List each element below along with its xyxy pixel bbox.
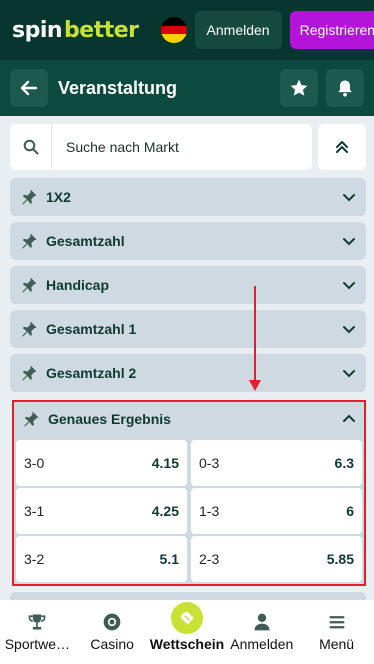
ticket-icon [180, 611, 194, 625]
search-input[interactable]: Suche nach Markt [52, 139, 179, 155]
market-search[interactable]: Suche nach Markt [10, 124, 312, 170]
odd-value: 6.3 [334, 455, 354, 471]
chevron-down-icon [343, 282, 355, 290]
market-row-gesamtzahl[interactable]: Gesamtzahl [10, 222, 366, 260]
selection-label: 3-2 [24, 551, 45, 567]
selection-label: 1-3 [199, 503, 220, 519]
nav-label: Casino [90, 636, 134, 652]
nav-casino[interactable]: Casino [76, 611, 148, 652]
market-label: 1X2 [46, 189, 71, 205]
casino-chip-icon [103, 613, 121, 631]
register-button[interactable]: Registrieren [289, 11, 374, 49]
search-icon [23, 139, 38, 155]
chevron-down-icon [343, 370, 355, 378]
pin-icon[interactable] [20, 364, 38, 382]
nav-anmelden[interactable]: Anmelden [226, 611, 298, 652]
top-bar: spin better Anmelden Registrieren [0, 0, 374, 60]
odd-button[interactable]: 3-0 4.15 [16, 440, 187, 486]
market-label: Gesamtzahl 2 [46, 365, 137, 381]
nav-label: Sportwe… [4, 636, 71, 652]
nav-label: Wettschein [149, 636, 225, 652]
collapse-all-button[interactable] [318, 124, 366, 170]
pin-icon[interactable] [20, 188, 38, 206]
user-icon [254, 613, 270, 631]
selection-label: 3-0 [24, 455, 45, 471]
odd-value: 5.85 [326, 551, 354, 567]
login-button[interactable]: Anmelden [194, 11, 282, 49]
selection-label: 2-3 [199, 551, 220, 567]
odd-button[interactable]: 3-2 5.1 [16, 536, 187, 582]
odd-button[interactable]: 1-3 6 [191, 488, 362, 534]
odd-button[interactable]: 3-1 4.25 [16, 488, 187, 534]
market-header[interactable]: Genaues Ergebnis [14, 402, 364, 436]
nav-wettschein[interactable]: Wettschein [149, 602, 225, 652]
chevron-down-icon [343, 238, 355, 246]
pin-icon[interactable] [20, 232, 38, 250]
logo-spin-text: spin [12, 17, 63, 43]
nav-sportwetten[interactable]: Sportwe… [1, 611, 73, 652]
trophy-icon [29, 614, 46, 630]
nav-menu[interactable]: Menü [301, 611, 373, 652]
pin-icon[interactable] [22, 410, 40, 428]
logo-better-text: better [64, 17, 139, 43]
market-label: Gesamtzahl [46, 233, 125, 249]
nav-label: Menü [319, 636, 355, 652]
market-row-1x2[interactable]: 1X2 [10, 178, 366, 216]
annotation-arrow-line [254, 286, 256, 382]
germany-flag-icon[interactable] [160, 17, 187, 43]
pin-icon[interactable] [20, 276, 38, 294]
event-header: Veranstaltung [0, 60, 374, 116]
odd-value: 4.25 [151, 503, 179, 519]
market-label: Genaues Ergebnis [48, 411, 171, 427]
chevron-down-icon [343, 194, 355, 202]
odd-value: 6 [346, 503, 354, 519]
odd-value: 5.1 [159, 551, 179, 567]
odds-grid: 3-0 4.15 0-3 6.3 3-1 4.25 1-3 6 3-2 5.1 [16, 440, 362, 584]
market-row-gesamtzahl-1[interactable]: Gesamtzahl 1 [10, 310, 366, 348]
market-row-handicap[interactable]: Handicap [10, 266, 366, 304]
bell-icon [338, 80, 352, 97]
odd-button[interactable]: 2-3 5.85 [191, 536, 362, 582]
annotation-arrow-head [249, 380, 261, 391]
market-label: Gesamtzahl 1 [46, 321, 137, 337]
star-icon [290, 79, 308, 96]
market-row-gesamtzahl-2[interactable]: Gesamtzahl 2 [10, 354, 366, 392]
selection-label: 3-1 [24, 503, 45, 519]
favorite-button[interactable] [280, 69, 318, 107]
page-title: Veranstaltung [58, 77, 178, 98]
chevrons-up-icon [336, 141, 348, 153]
nav-label: Anmelden [230, 636, 294, 652]
spinbetter-logo[interactable]: spin better [12, 18, 139, 43]
chevron-up-icon [343, 414, 355, 422]
back-button[interactable] [10, 69, 48, 107]
odd-value: 4.15 [151, 455, 179, 471]
menu-icon [329, 616, 345, 629]
chevron-down-icon [343, 326, 355, 334]
odd-button[interactable]: 0-3 6.3 [191, 440, 362, 486]
selection-label: 0-3 [199, 455, 220, 471]
bottom-navigation: Sportwe… Casino Wettschein Anmelden Menü [0, 600, 374, 664]
notifications-button[interactable] [326, 69, 364, 107]
market-expanded-genaues-ergebnis: Genaues Ergebnis 3-0 4.15 0-3 6.3 3-1 4.… [12, 400, 366, 586]
arrow-left-icon [20, 80, 38, 96]
pin-icon[interactable] [20, 320, 38, 338]
market-label: Handicap [46, 277, 110, 293]
